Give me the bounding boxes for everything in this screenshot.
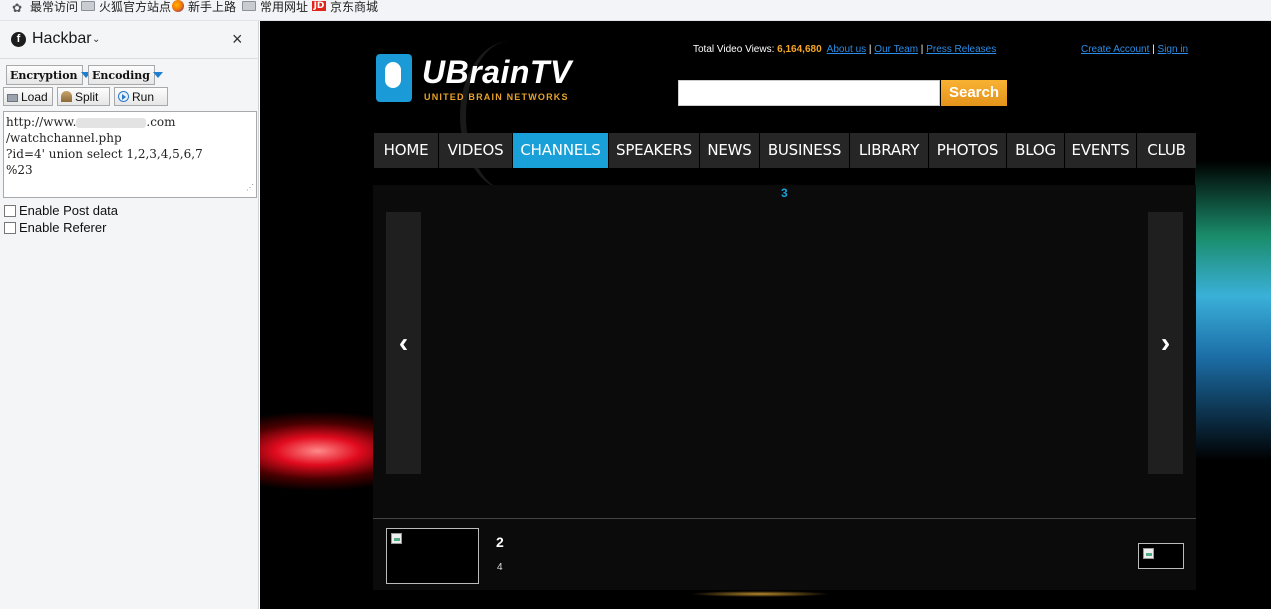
about-us-link[interactable]: About us <box>827 44 866 55</box>
bookmarks-bar: ✿ 最常访问 火狐官方站点 新手上路 常用网址 JD 京东商城 <box>0 0 1271 21</box>
chevron-down-icon[interactable]: ⌄ <box>92 34 100 45</box>
broken-image-icon <box>1143 548 1154 559</box>
background-glow-right <box>1195 161 1271 461</box>
slide-number: 3 <box>781 186 788 200</box>
nav-speakers[interactable]: SPEAKERS <box>609 133 700 168</box>
hackbar-logo-icon: f <box>11 32 26 47</box>
folder-icon <box>81 1 95 11</box>
search-input[interactable] <box>678 80 940 106</box>
search-button[interactable]: Search <box>941 80 1007 106</box>
main-nav: HOME VIDEOS CHANNELS SPEAKERS NEWS BUSIN… <box>374 133 1196 168</box>
chevron-right-icon[interactable]: › <box>1148 212 1183 474</box>
resize-handle-icon[interactable]: ⋰ <box>246 180 254 196</box>
thumbnail-image-small[interactable] <box>1138 543 1184 569</box>
hackbar-panel: f Hackbar ⌄ × Encryption Encoding Load S… <box>0 21 259 609</box>
chevron-left-icon[interactable]: ‹ <box>386 212 421 474</box>
load-button[interactable]: Load <box>3 87 53 106</box>
header-stats: Total Video Views: 6,164,680 About us | … <box>693 44 997 55</box>
bookmark-getting-started[interactable]: 新手上路 <box>172 0 236 14</box>
close-icon[interactable]: × <box>232 29 243 50</box>
bookmark-firefox-site[interactable]: 火狐官方站点 <box>81 0 171 14</box>
run-button[interactable]: Run <box>114 87 168 106</box>
bookmark-most-visited[interactable]: ✿ 最常访问 <box>12 0 78 15</box>
dropdown-arrow-icon <box>152 72 163 78</box>
sign-in-link[interactable]: Sign in <box>1158 44 1189 55</box>
star-icon: ✿ <box>12 1 23 15</box>
run-icon <box>118 91 129 102</box>
logo-tagline: United Brain Networks <box>424 92 569 102</box>
firefox-icon <box>172 0 184 12</box>
checkbox-box[interactable] <box>4 204 16 217</box>
nav-channels[interactable]: CHANNELS <box>513 133 609 168</box>
account-links: Create Account | Sign in <box>1081 44 1189 55</box>
item-title[interactable]: 2 <box>496 534 504 550</box>
nav-home[interactable]: HOME <box>374 133 439 168</box>
nav-club[interactable]: CLUB <box>1137 133 1196 168</box>
load-icon <box>7 94 18 102</box>
nav-photos[interactable]: PHOTOS <box>929 133 1007 168</box>
redacted-domain <box>76 117 147 128</box>
checkbox-box[interactable] <box>4 221 16 234</box>
nav-blog[interactable]: BLOG <box>1007 133 1065 168</box>
bookmark-jd[interactable]: JD 京东商城 <box>312 0 378 14</box>
enable-referer-checkbox[interactable]: Enable Referer <box>4 220 106 235</box>
enable-post-checkbox[interactable]: Enable Post data <box>4 203 118 218</box>
folder-icon <box>242 1 256 11</box>
item-subtitle: 4 <box>497 562 503 573</box>
divider <box>373 518 1196 519</box>
bookmark-common-sites[interactable]: 常用网址 <box>242 0 308 14</box>
broken-image-icon <box>391 533 402 544</box>
nav-library[interactable]: LIBRARY <box>850 133 929 168</box>
encryption-dropdown[interactable]: Encryption <box>6 65 91 85</box>
split-icon <box>61 91 72 102</box>
channel-carousel: 3 ‹ › 2 4 <box>373 185 1196 590</box>
background-glow-left <box>260 371 375 531</box>
hackbar-title[interactable]: Hackbar <box>32 30 92 48</box>
nav-events[interactable]: EVENTS <box>1065 133 1137 168</box>
bottom-glow <box>690 591 830 597</box>
web-page: UBrainTV United Brain Networks Total Vid… <box>260 21 1271 609</box>
total-video-views: 6,164,680 <box>777 44 822 55</box>
nav-business[interactable]: BUSINESS <box>760 133 850 168</box>
nav-videos[interactable]: VIDEOS <box>439 133 513 168</box>
microphone-logo-icon <box>376 54 412 102</box>
press-releases-link[interactable]: Press Releases <box>926 44 996 55</box>
our-team-link[interactable]: Our Team <box>874 44 918 55</box>
jd-icon: JD <box>312 1 326 11</box>
thumbnail-image[interactable] <box>386 528 479 584</box>
create-account-link[interactable]: Create Account <box>1081 44 1149 55</box>
logo-text: UBrainTV <box>422 54 572 90</box>
encoding-dropdown[interactable]: Encoding <box>88 65 163 85</box>
hackbar-header: f Hackbar ⌄ × <box>0 21 259 59</box>
nav-news[interactable]: NEWS <box>700 133 760 168</box>
split-button[interactable]: Split <box>57 87 110 106</box>
url-textarea[interactable]: http://www. .com /watchchannel.php ?id=4'… <box>3 111 257 198</box>
site-logo[interactable]: UBrainTV United Brain Networks <box>376 54 606 104</box>
